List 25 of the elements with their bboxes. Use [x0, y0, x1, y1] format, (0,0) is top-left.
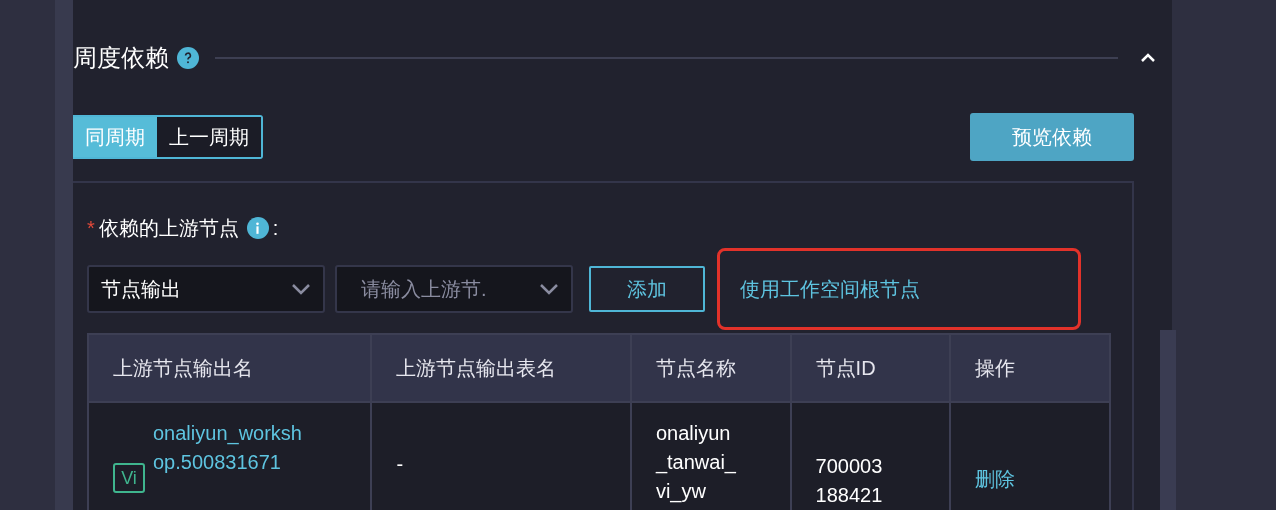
help-icon[interactable]: [177, 47, 199, 69]
info-icon[interactable]: [246, 217, 269, 239]
delete-link[interactable]: 删除: [975, 468, 1016, 490]
colon-text: :: [272, 216, 279, 241]
column-header: 操作: [949, 335, 1109, 401]
root-node-link[interactable]: 使用工作空间根节点: [740, 274, 920, 304]
section-title: 周度依赖: [73, 43, 169, 73]
chevron-down-icon[interactable]: [291, 283, 311, 295]
table-cell: -: [396, 453, 404, 475]
column-header: 上游节点输出表名: [370, 335, 630, 401]
scrollbar[interactable]: [1160, 330, 1176, 510]
column-header: 节点ID: [789, 335, 950, 401]
type-badge: Vi: [113, 463, 145, 493]
cycle-tab[interactable]: 上一周期: [157, 117, 261, 157]
field-label: 依赖的上游节点: [98, 216, 239, 241]
output-name-link[interactable]: onaliyun_workshop.500831671: [153, 419, 309, 477]
column-header: 节点名称: [629, 335, 790, 401]
add-button[interactable]: 添加: [589, 266, 705, 312]
column-header: 上游节点输出名: [112, 356, 254, 381]
table-cell-text: onaliyun_tanwai_vi_yw: [655, 421, 737, 505]
table-cell-text: 700003188421: [815, 454, 884, 508]
chevron-down-icon[interactable]: [539, 283, 559, 295]
upstream-node-select[interactable]: 请输入上游节.: [335, 265, 573, 313]
node-type-select[interactable]: 节点输出: [87, 265, 325, 313]
required-mark: *: [87, 216, 95, 241]
